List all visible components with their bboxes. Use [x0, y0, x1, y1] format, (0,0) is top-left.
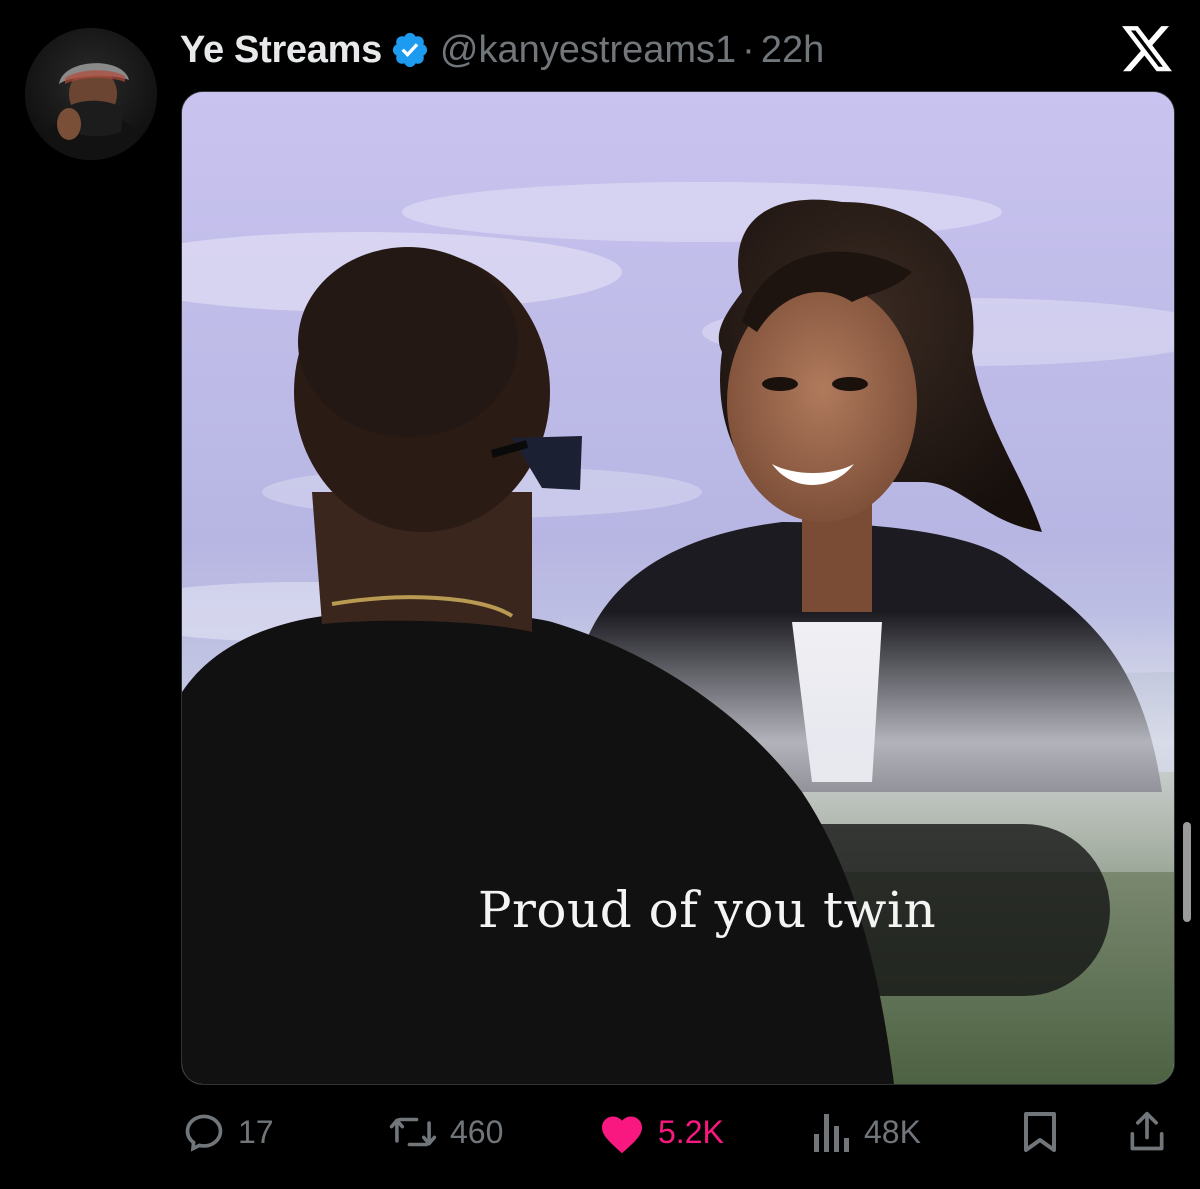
- reply-icon: [182, 1110, 226, 1154]
- share-button[interactable]: [1126, 1108, 1168, 1156]
- author-handle[interactable]: @kanyestreams1: [440, 29, 736, 72]
- like-count: 5.2K: [658, 1113, 724, 1150]
- caption-overlay: Proud of you twin: [304, 824, 1110, 996]
- bookmark-icon: [1020, 1110, 1060, 1154]
- scrollbar[interactable]: [1183, 822, 1191, 922]
- repost-icon: [388, 1110, 438, 1154]
- post-header: Ye Streams @kanyestreams1 · 22h: [180, 22, 824, 78]
- like-button[interactable]: 5.2K: [598, 1108, 724, 1156]
- author-avatar[interactable]: [25, 28, 157, 160]
- views-button[interactable]: 48K: [812, 1108, 921, 1156]
- heart-icon: [598, 1110, 646, 1154]
- views-icon: [812, 1110, 852, 1154]
- post-timestamp[interactable]: 22h: [761, 29, 824, 72]
- repost-button[interactable]: 460: [388, 1108, 503, 1156]
- views-count: 48K: [864, 1113, 921, 1150]
- reply-count: 17: [238, 1113, 274, 1150]
- repost-count: 460: [450, 1113, 504, 1150]
- post-media[interactable]: Proud of you twin: [181, 91, 1175, 1085]
- verified-badge-icon: [390, 30, 430, 70]
- action-bar: 17 460 5.2K 48K: [0, 1100, 1200, 1164]
- bookmark-button[interactable]: [1020, 1108, 1060, 1156]
- header-separator: ·: [742, 28, 755, 71]
- author-display-name[interactable]: Ye Streams: [180, 29, 382, 72]
- caption-text: Proud of you twin: [477, 881, 937, 939]
- share-icon: [1126, 1110, 1168, 1154]
- x-logo-icon: [1122, 26, 1172, 72]
- reply-button[interactable]: 17: [182, 1108, 274, 1156]
